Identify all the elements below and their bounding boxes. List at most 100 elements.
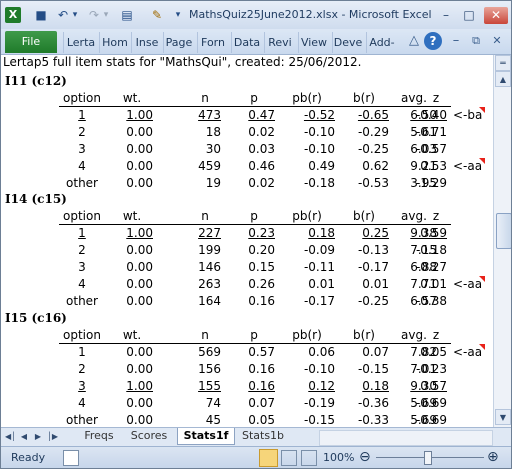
cell-br[interactable]: -0.25 [339,293,389,310]
cell-wt[interactable]: 1.00 [109,378,153,395]
comment-indicator-icon[interactable] [479,107,485,113]
cell-n[interactable]: 227 [177,225,221,242]
cell-option[interactable]: 3 [57,259,107,276]
close-button[interactable]: ✕ [484,7,508,24]
cell-p[interactable]: 0.05 [229,412,275,427]
cell-n[interactable]: 164 [177,293,221,310]
tab-file[interactable]: File [5,31,57,53]
cell-br[interactable]: 0.18 [339,378,389,395]
cell-pbr[interactable]: -0.10 [283,141,335,158]
cell-wt[interactable]: 0.00 [109,361,153,378]
sheet-tab-freqs[interactable]: Freqs [75,428,123,444]
cell-pbr[interactable]: -0.17 [283,293,335,310]
cell-z[interactable]: -0.69 [401,395,447,412]
cell-pbr[interactable]: 0.01 [283,276,335,293]
comment-indicator-icon[interactable] [479,158,485,164]
cell-wt[interactable]: 0.00 [109,293,153,310]
cell-option[interactable]: 1 [57,344,107,361]
next-sheet-icon[interactable]: ▶ [33,430,43,444]
cell-option[interactable]: 3 [57,378,107,395]
cell-wt[interactable]: 1.00 [109,107,153,124]
cell-z[interactable]: -0.57 [401,141,447,158]
cell-z[interactable]: 0.57 [401,378,447,395]
zoom-slider-thumb[interactable] [424,451,432,465]
cell-p[interactable]: 0.15 [229,259,275,276]
tab-formulas[interactable]: Forn [197,32,228,53]
tab-lertap[interactable]: Lerta [63,32,98,53]
zoom-level[interactable]: 100% [323,451,354,464]
note-cell[interactable]: <-aa [453,344,482,361]
cell-z[interactable]: -1.29 [401,175,447,192]
cell-pbr[interactable]: 0.06 [283,344,335,361]
cell-n[interactable]: 18 [177,124,221,141]
cell-n[interactable]: 45 [177,412,221,427]
cell-wt[interactable]: 0.00 [109,259,153,276]
cell-n[interactable]: 263 [177,276,221,293]
tab-developer[interactable]: Deve [332,32,363,53]
undo-dropdown-icon[interactable]: ▾ [70,7,80,23]
cell-br[interactable]: -0.25 [339,141,389,158]
horizontal-scrollbar[interactable] [319,430,493,446]
cell-pbr[interactable]: -0.19 [283,395,335,412]
cell-wt[interactable]: 0.00 [109,412,153,427]
page-layout-view-icon[interactable] [281,450,297,466]
cell-p[interactable]: 0.02 [229,124,275,141]
cell-p[interactable]: 0.16 [229,361,275,378]
sheet-tab-stats1b[interactable]: Stats1b [237,428,289,444]
cell-option[interactable]: 2 [57,361,107,378]
cell-option[interactable]: 4 [57,276,107,293]
cell-p[interactable]: 0.03 [229,141,275,158]
scroll-down-icon[interactable]: ▼ [495,409,511,425]
comment-indicator-icon[interactable] [479,276,485,282]
cell-option[interactable]: 1 [57,107,107,124]
cell-br[interactable]: -0.29 [339,124,389,141]
first-sheet-icon[interactable]: ◀│ [5,430,16,444]
excel-app-icon[interactable]: X [5,7,21,23]
cell-n[interactable]: 30 [177,141,221,158]
cell-p[interactable]: 0.02 [229,175,275,192]
sheet-tab-stats1f[interactable]: Stats1f [177,428,235,445]
cell-wt[interactable]: 0.00 [109,141,153,158]
cell-z[interactable]: -0.71 [401,124,447,141]
save-icon[interactable]: ■ [33,7,49,23]
format-painter-icon[interactable]: ✎ [149,7,165,23]
cell-pbr[interactable]: -0.11 [283,259,335,276]
cell-pbr[interactable]: -0.10 [283,124,335,141]
undo-icon[interactable]: ↶ [56,7,70,23]
cell-wt[interactable]: 0.00 [109,175,153,192]
cell-n[interactable]: 459 [177,158,221,175]
cell-p[interactable]: 0.07 [229,395,275,412]
cell-br[interactable]: 0.25 [339,225,389,242]
cell-option[interactable]: 1 [57,225,107,242]
cell-br[interactable]: -0.33 [339,412,389,427]
minimize-ribbon-icon[interactable]: △ [405,32,423,50]
cell-pbr[interactable]: 0.12 [283,378,335,395]
cell-wt[interactable]: 0.00 [109,344,153,361]
cell-br[interactable]: 0.01 [339,276,389,293]
cell-p[interactable]: 0.16 [229,378,275,395]
cell-z[interactable]: -0.18 [401,242,447,259]
cell-pbr[interactable]: 0.49 [283,158,335,175]
cell-n[interactable]: 74 [177,395,221,412]
cell-wt[interactable]: 0.00 [109,124,153,141]
tab-review[interactable]: Revi [264,32,295,53]
cell-wt[interactable]: 0.00 [109,242,153,259]
tab-view[interactable]: View [298,32,329,53]
cell-br[interactable]: 0.62 [339,158,389,175]
cell-br[interactable]: -0.36 [339,395,389,412]
cell-pbr[interactable]: -0.09 [283,242,335,259]
form-icon[interactable]: ▤ [119,7,135,23]
workbook-minimize-icon[interactable]: – [447,32,465,50]
cell-pbr[interactable]: -0.52 [283,107,335,124]
cell-p[interactable]: 0.23 [229,225,275,242]
maximize-button[interactable]: □ [459,7,479,24]
cell-br[interactable]: -0.13 [339,242,389,259]
cell-n[interactable]: 199 [177,242,221,259]
cell-option[interactable]: other [57,412,107,427]
cell-n[interactable]: 155 [177,378,221,395]
cell-p[interactable]: 0.57 [229,344,275,361]
cell-wt[interactable]: 1.00 [109,225,153,242]
tab-data[interactable]: Data [231,32,262,53]
cell-n[interactable]: 146 [177,259,221,276]
customize-quick-access-icon[interactable]: ▾ [173,7,183,23]
